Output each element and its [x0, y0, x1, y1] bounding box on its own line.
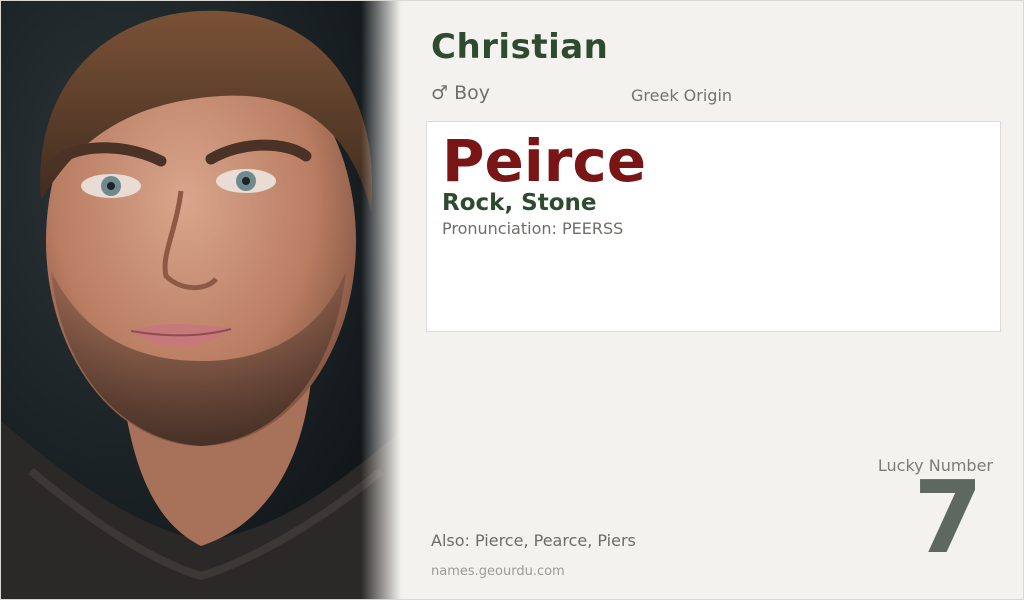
gender-text: Boy — [454, 82, 490, 104]
site-watermark: names.geourdu.com — [431, 564, 565, 579]
alternate-spellings: Also: Pierce, Pearce, Piers — [431, 531, 636, 550]
origin-label: Greek Origin — [631, 86, 733, 105]
lucky-number-value: 7 — [913, 459, 983, 576]
gender-label: ♂ Boy — [431, 82, 490, 104]
pronunciation: Pronunciation: PEERSS — [442, 219, 624, 238]
portrait-image — [1, 1, 401, 599]
variant-name: Peirce — [442, 127, 647, 195]
meaning-card: Peirce Rock, Stone Pronunciation: PEERSS — [426, 121, 1001, 332]
name-meaning: Rock, Stone — [442, 190, 597, 216]
male-symbol-icon: ♂ — [431, 82, 449, 104]
name-title: Christian — [431, 27, 609, 67]
portrait-fade — [361, 1, 401, 599]
name-card: Christian ♂ Boy Greek Origin Peirce Rock… — [0, 0, 1024, 600]
